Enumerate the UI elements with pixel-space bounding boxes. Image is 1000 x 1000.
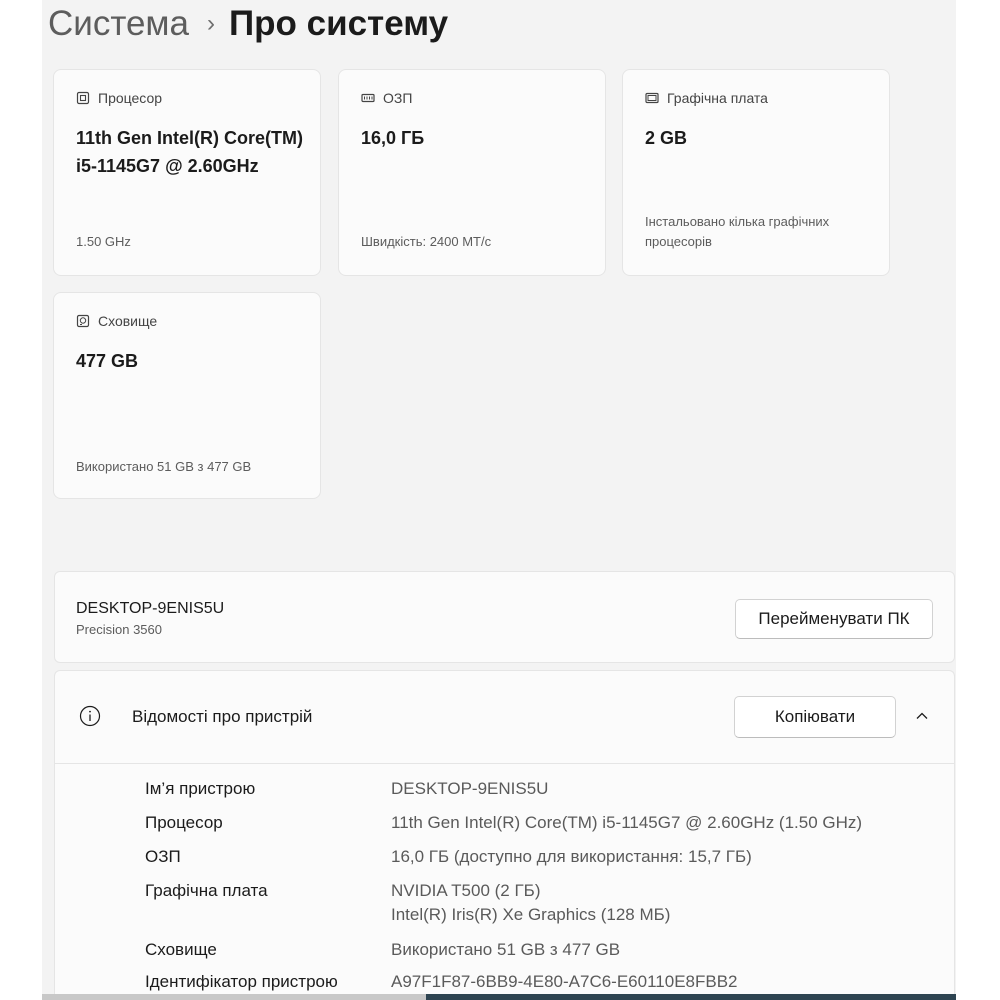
rename-pc-button[interactable]: Перейменувати ПК — [735, 599, 933, 639]
spec-row-graphics-second[interactable]: Intel(R) Iris(R) Xe Graphics (128 МБ) — [391, 903, 951, 927]
device-info-header[interactable]: Відомості про пристрій Копіювати — [55, 671, 954, 764]
horizontal-scrollbar[interactable] — [42, 994, 956, 1000]
gpu-icon — [645, 91, 659, 105]
device-name: DESKTOP-9ENIS5U — [76, 600, 225, 617]
storage-label: Сховище — [98, 313, 158, 329]
gpu-note: Інстальовано кілька графічних процесорів — [645, 214, 830, 249]
device-model: Precision 3560 — [76, 622, 162, 637]
ram-label: ОЗП — [383, 90, 413, 106]
cpu-icon — [76, 91, 90, 105]
storage-usage: Використано 51 GB з 477 GB — [76, 459, 252, 474]
page-title: Про систему — [228, 4, 449, 43]
processor-speed: 1.50 GHz — [76, 234, 131, 249]
processor-label: Процесор — [98, 90, 163, 106]
gpu-label: Графічна плата — [667, 90, 768, 106]
ram-value: 16,0 ГБ — [361, 128, 425, 148]
processor-card: Процесор 11th Gen Intel(R) Core(TM) i5-1… — [53, 69, 321, 276]
copy-button[interactable]: Копіювати — [734, 696, 896, 738]
scrollbar-thumb[interactable] — [426, 994, 956, 1000]
ram-speed: Швидкість: 2400 MT/с — [361, 234, 492, 249]
breadcrumb: Система › Про систему — [48, 2, 448, 46]
ram-icon — [361, 91, 375, 105]
breadcrumb-separator-icon: › — [206, 10, 215, 37]
storage-icon — [76, 314, 90, 328]
gpu-value: 2 GB — [645, 128, 688, 148]
breadcrumb-parent[interactable]: Система — [48, 4, 189, 43]
storage-card: Сховище 477 GB Використано 51 GB з 477 G… — [53, 292, 321, 499]
processor-value: 11th Gen Intel(R) Core(TM) i5-1145G7 @ 2… — [76, 128, 304, 176]
chevron-up-icon[interactable] — [913, 707, 931, 730]
ram-card: ОЗП 16,0 ГБ Швидкість: 2400 MT/с — [338, 69, 606, 276]
device-name-panel: DESKTOP-9ENIS5U Precision 3560 Переймену… — [54, 571, 955, 663]
gpu-card: Графічна плата 2 GB Інстальовано кілька … — [622, 69, 890, 276]
device-info-panel: Відомості про пристрій Копіювати Ім’я пр… — [54, 670, 955, 996]
device-info-title: Відомості про пристрій — [132, 707, 313, 726]
settings-pane: Система › Про систему Процесор 11th Gen In… — [42, 0, 956, 996]
storage-value: 477 GB — [76, 351, 139, 371]
info-icon — [79, 705, 101, 732]
